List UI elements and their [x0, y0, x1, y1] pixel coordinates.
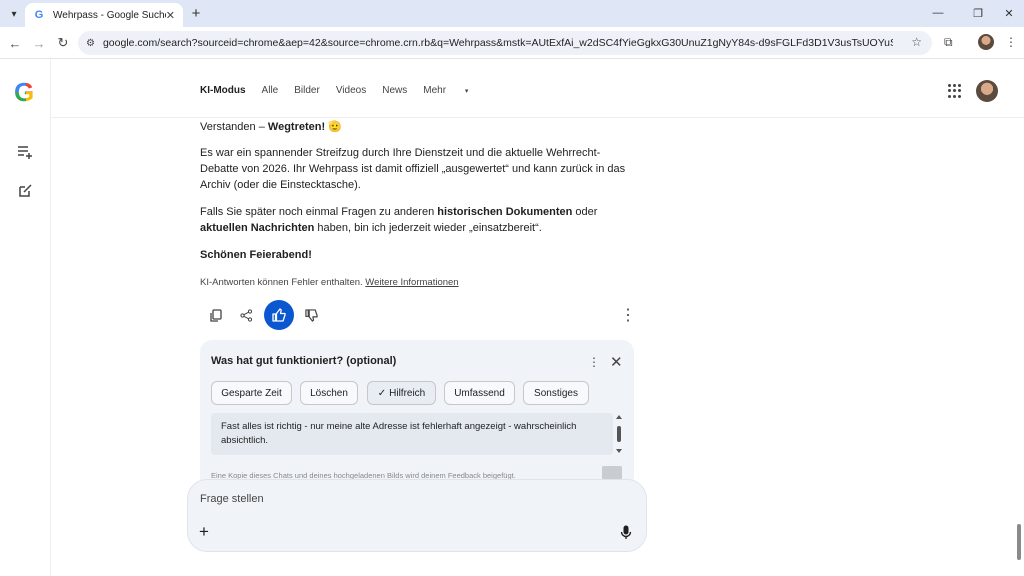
window-close-icon[interactable]: ✕: [1001, 5, 1017, 21]
feedback-title: Was hat gut funktioniert? (optional): [211, 355, 397, 367]
chip-sonstiges[interactable]: Sonstiges: [523, 381, 589, 405]
share-icon[interactable]: [238, 307, 254, 323]
feedback-textarea[interactable]: Fast alles ist richtig - nur meine alte …: [211, 413, 613, 455]
page-scrollbar-thumb[interactable]: [1017, 524, 1021, 560]
reload-icon[interactable]: ↻: [55, 35, 71, 51]
url-text: google.com/search?sourceid=chrome&aep=42…: [102, 37, 893, 49]
microphone-icon[interactable]: [620, 525, 634, 539]
more-options-icon[interactable]: ⋮: [620, 307, 636, 324]
google-apps-grid-icon[interactable]: [948, 84, 962, 98]
chip-loeschen[interactable]: Löschen: [300, 381, 358, 405]
chip-hilfreich[interactable]: ✓ Hilfreich: [367, 381, 436, 405]
nav-mehr[interactable]: Mehr ▾: [423, 85, 484, 96]
browser-tab[interactable]: G Wehrpass - Google Suche ✕: [25, 3, 183, 27]
thumbs-up-button[interactable]: [264, 300, 294, 330]
ai-disclaimer: KI-Antworten können Fehler enthalten. We…: [200, 275, 630, 291]
answer-actions: ⋮: [200, 300, 636, 330]
para2-text-a: Falls Sie später noch einmal Fragen zu a…: [200, 206, 438, 218]
thumbs-up-icon: [272, 308, 286, 322]
page-scrollbar[interactable]: [1014, 59, 1024, 576]
tab-strip: ▾ G Wehrpass - Google Suche ✕ + — ❐ ✕: [0, 0, 1024, 27]
ask-placeholder: Frage stellen: [200, 493, 264, 505]
tab-close-icon[interactable]: ✕: [166, 9, 175, 22]
chip-umfassend[interactable]: Umfassend: [444, 381, 515, 405]
new-chat-edit-icon[interactable]: [16, 182, 34, 200]
google-logo[interactable]: G: [14, 79, 38, 105]
check-icon: ✓: [377, 387, 387, 399]
nav-videos[interactable]: Videos: [336, 85, 366, 96]
nav-alle[interactable]: Alle: [262, 85, 279, 96]
copy-icon[interactable]: [207, 307, 223, 323]
tab-search-chevron-icon[interactable]: ▾: [5, 5, 23, 23]
browser-toolbar: ← → ↻ ⚙ google.com/search?sourceid=chrom…: [0, 27, 1024, 59]
answer-closing: Schönen Feierabend!: [200, 249, 312, 261]
feedback-close-icon[interactable]: ✕: [610, 353, 623, 371]
salute-emoji: 🫡: [328, 121, 342, 133]
attached-image-thumbnail: [602, 466, 622, 480]
ask-box[interactable]: Frage stellen +: [187, 479, 647, 552]
feedback-card: Was hat gut funktioniert? (optional) ⋮ ✕…: [200, 340, 634, 500]
forward-arrow-icon[interactable]: →: [31, 35, 47, 51]
para2-text-c: oder: [572, 206, 598, 218]
disclaimer-text: KI-Antworten können Fehler enthalten.: [200, 277, 363, 288]
browser-menu-icon[interactable]: ⋮: [1005, 35, 1017, 49]
minimize-icon[interactable]: —: [930, 5, 946, 21]
search-nav: KI-Modus Alle Bilder Videos News Mehr ▾: [200, 85, 500, 96]
profile-avatar-small[interactable]: [978, 34, 994, 50]
chip-hilfreich-label: Hilfreich: [389, 387, 426, 399]
answer-line-1: Verstanden – Wegtreten! 🫡: [200, 119, 630, 135]
add-attachment-plus-icon[interactable]: +: [199, 522, 209, 542]
restore-icon[interactable]: ❐: [970, 5, 986, 21]
thumbs-down-icon[interactable]: [303, 307, 319, 323]
google-favicon-icon: G: [34, 9, 44, 21]
new-tab-plus-icon[interactable]: +: [188, 5, 204, 22]
feedback-more-icon[interactable]: ⋮: [588, 355, 600, 369]
para2-bold-b: historischen Dokumenten: [437, 206, 573, 218]
bookmark-star-icon[interactable]: ☆: [911, 35, 922, 49]
answer-line-1-bold: Wegtreten!: [267, 121, 326, 133]
feedback-textarea-scrollbar[interactable]: [613, 413, 625, 455]
rail-divider: [50, 59, 51, 576]
answer-line-1-prefix: Verstanden –: [200, 121, 268, 133]
site-info-icon[interactable]: ⚙: [86, 38, 95, 49]
dropdown-caret-icon: ▾: [464, 88, 469, 95]
answer-paragraph-2: Falls Sie später noch einmal Fragen zu a…: [200, 204, 620, 236]
profile-avatar[interactable]: [976, 80, 998, 102]
nav-bilder[interactable]: Bilder: [294, 85, 320, 96]
answer-paragraph-1: Es war ein spannender Streifzug durch Ih…: [200, 147, 626, 191]
address-bar[interactable]: ⚙ google.com/search?sourceid=chrome&aep=…: [78, 31, 932, 55]
nav-news[interactable]: News: [382, 85, 407, 96]
nav-ki-modus[interactable]: KI-Modus: [200, 85, 246, 96]
tab-title: Wehrpass - Google Suche: [53, 9, 166, 21]
extensions-puzzle-icon[interactable]: ⧉: [944, 35, 953, 50]
nav-mehr-label: Mehr: [423, 85, 447, 96]
chip-gesparte-zeit[interactable]: Gesparte Zeit: [211, 381, 292, 405]
history-list-add-icon[interactable]: [16, 143, 34, 161]
header-divider: [50, 117, 1024, 118]
back-arrow-icon[interactable]: ←: [7, 35, 23, 51]
para2-bold-d: aktuellen Nachrichten: [200, 222, 315, 234]
para2-text-e: haben, bin ich jederzeit wieder „einsatz…: [314, 222, 542, 234]
learn-more-link[interactable]: Weitere Informationen: [365, 277, 458, 288]
